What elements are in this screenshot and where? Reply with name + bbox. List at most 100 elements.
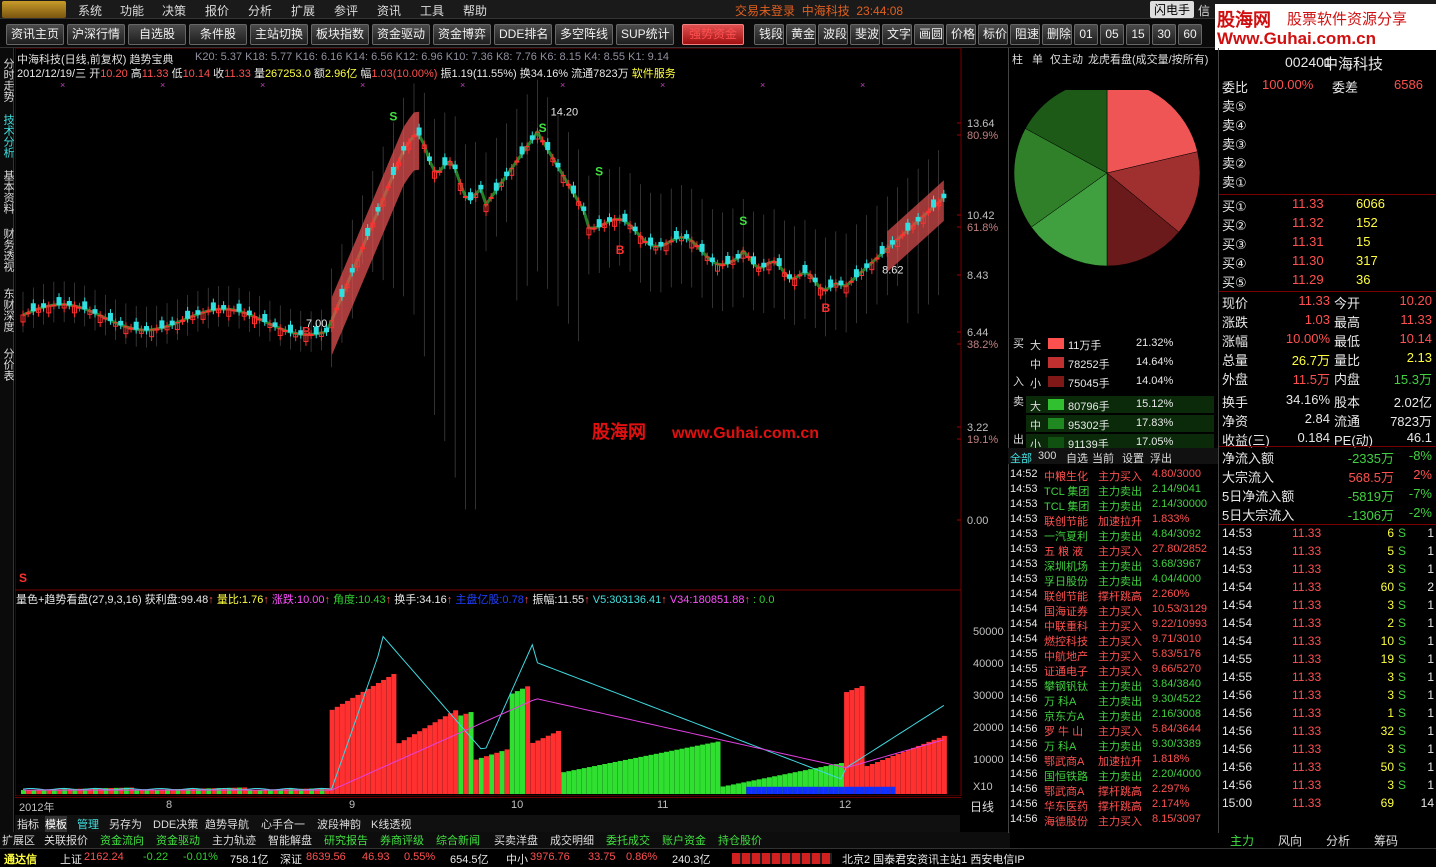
ltab-finance[interactable]: 财务透视 [0, 228, 14, 272]
candle-body [56, 297, 62, 306]
toolbar-button-mark-price[interactable]: 标价 [978, 24, 1008, 45]
b2-report[interactable]: 研究报告 [324, 832, 368, 848]
toolbar-button-strong-capital[interactable]: 强势资金 [682, 24, 744, 45]
toolbar-button-dde[interactable]: DDE排名 [494, 24, 552, 45]
time-year: 2012年 [19, 802, 55, 814]
menu-help[interactable]: 帮助 [463, 2, 487, 19]
b2-order[interactable]: 买卖洋盘 [494, 832, 538, 848]
time-nov: 11 [657, 799, 669, 811]
toolbar-button-resist[interactable]: 阻速 [1010, 24, 1040, 45]
btab-manage[interactable]: 管理 [77, 816, 99, 832]
btab-wave[interactable]: 波段神韵 [317, 816, 361, 832]
period-05[interactable]: 05 [1100, 24, 1124, 45]
rtab-single[interactable]: 单 [1032, 51, 1043, 67]
dtab-300[interactable]: 300 [1038, 450, 1056, 462]
deal-time: 14:53 [1010, 498, 1038, 510]
rtab-active[interactable]: 仅主动 [1050, 51, 1083, 67]
toolbar-button-hs-quotes[interactable]: 沪深行情 [67, 24, 125, 45]
b2-news[interactable]: 综合新闻 [436, 832, 480, 848]
dtab-current[interactable]: 当前 [1092, 450, 1114, 466]
candle-body [874, 257, 880, 260]
qtab-3[interactable]: 筹码 [1374, 832, 1398, 849]
b2-rating[interactable]: 券商评级 [380, 832, 424, 848]
ltab-intraday[interactable]: 分时走势 [0, 58, 14, 102]
period-label[interactable]: 日线 [970, 798, 994, 815]
menu-tools[interactable]: 工具 [420, 2, 444, 19]
ltab-basic[interactable]: 基本资料 [0, 170, 14, 214]
btab-dde[interactable]: DDE决策 [153, 816, 198, 832]
qtab-0[interactable]: 主力 [1230, 832, 1254, 849]
btab-indicator[interactable]: 指标 [17, 816, 39, 832]
dtab-float[interactable]: 浮出 [1150, 450, 1172, 466]
kline-chart[interactable]: 13.6480.9% 10.4261.8% 8.43 6.4438.2% 3.2219.… [15, 48, 1008, 590]
toolbar-button-circle[interactable]: 画圆 [914, 24, 944, 45]
b2-related[interactable]: 关联报价 [44, 832, 88, 848]
menu-analysis[interactable]: 分析 [248, 2, 272, 19]
toolbar-button-wave[interactable]: 波段 [818, 24, 848, 45]
btab-trend-nav[interactable]: 趋势导航 [205, 816, 249, 832]
menu-decision[interactable]: 决策 [162, 2, 186, 19]
volume-bar [859, 686, 865, 794]
menu-function[interactable]: 功能 [120, 2, 144, 19]
rtab-bar[interactable]: 柱 [1012, 51, 1023, 67]
toolbar-button-station[interactable]: 主站切换 [250, 24, 308, 45]
b2-flow[interactable]: 资金流向 [100, 832, 144, 848]
toolbar-button-watchlist[interactable]: 自选股 [128, 24, 186, 45]
capital-flow-table: 买入 卖出 大 11万手 21.32% 中 78252手 14.64% 小 75045手 14.… [1010, 333, 1216, 451]
qtab-1[interactable]: 风向 [1278, 832, 1302, 849]
toolbar-button-price[interactable]: 价格 [946, 24, 976, 45]
btab-heart[interactable]: 心手合一 [261, 816, 305, 832]
qtab-2[interactable]: 分析 [1326, 832, 1350, 849]
period-60[interactable]: 60 [1178, 24, 1202, 45]
b2-position[interactable]: 持仓股价 [718, 832, 762, 848]
menu-news[interactable]: 资讯 [377, 2, 401, 19]
ltab-technical[interactable]: 技术分析 [0, 114, 14, 158]
menu-quote[interactable]: 报价 [205, 2, 229, 19]
flow-stat-value: 568.5万 [1348, 470, 1394, 485]
deal-stock: 海德股份 [1044, 816, 1088, 828]
btab-template[interactable]: 模板 [45, 816, 67, 832]
b2-detail[interactable]: 成交明细 [550, 832, 594, 848]
toolbar-button-text[interactable]: 文字 [882, 24, 912, 45]
btab-save-as[interactable]: 另存为 [109, 816, 142, 832]
toolbar-button-condition[interactable]: 条件股 [189, 24, 247, 45]
dtab-settings[interactable]: 设置 [1122, 450, 1144, 466]
b2-account[interactable]: 账户资金 [662, 832, 706, 848]
toolbar-button-news-home[interactable]: 资讯主页 [6, 24, 64, 45]
candle-body [864, 263, 870, 268]
b2-ext[interactable]: 扩展区 [2, 832, 35, 848]
toolbar-button-fibonacci[interactable]: 斐波 [850, 24, 880, 45]
rtab-dragon[interactable]: 龙虎看盘(成交量/按所有) [1088, 51, 1208, 67]
menu-more[interactable]: 信 [1198, 2, 1210, 19]
toolbar-button-gold[interactable]: 黄金 [786, 24, 816, 45]
sell-level-label: 卖④ [1222, 118, 1247, 133]
quote-value: 7823万 [1390, 414, 1432, 429]
toolbar-button-sector[interactable]: 板块指数 [311, 24, 369, 45]
toolbar-button-capital-drive[interactable]: 资金驱动 [372, 24, 430, 45]
ltab-eastmoney[interactable]: 东财深度 [0, 288, 14, 332]
ltab-price-table[interactable]: 分价表 [0, 348, 14, 381]
toolbar-button-capital-game[interactable]: 资金博弈 [433, 24, 491, 45]
volume-bar [910, 747, 916, 794]
dtab-all[interactable]: 全部 [1010, 450, 1032, 466]
period-01[interactable]: 01 [1074, 24, 1098, 45]
period-30[interactable]: 30 [1152, 24, 1176, 45]
btab-kline[interactable]: K线透视 [371, 816, 411, 832]
toolbar-button-sup[interactable]: SUP统计 [616, 24, 674, 45]
b2-entrust[interactable]: 委托成交 [606, 832, 650, 848]
menu-system[interactable]: 系统 [78, 2, 102, 19]
menu-extend[interactable]: 扩展 [291, 2, 315, 19]
toolbar-button-delete[interactable]: 删除 [1042, 24, 1072, 45]
volume-chart[interactable]: 50000 40000 30000 20000 10000 X10 [15, 590, 1008, 796]
menu-rating[interactable]: 参评 [334, 2, 358, 19]
b2-smart[interactable]: 智能解盘 [268, 832, 312, 848]
b2-track[interactable]: 主力轨迹 [212, 832, 256, 848]
flash-trade-button[interactable]: 闪电手 [1150, 1, 1194, 18]
toolbar-button-qianduan[interactable]: 钱段 [754, 24, 784, 45]
dtab-self[interactable]: 自选 [1066, 450, 1088, 466]
b2-drive[interactable]: 资金驱动 [156, 832, 200, 848]
period-15[interactable]: 15 [1126, 24, 1150, 45]
toolbar-button-bull-bear[interactable]: 多空阵线 [555, 24, 613, 45]
tick-volume: 60 [1380, 580, 1394, 594]
buy-level-label: 买③ [1222, 237, 1247, 252]
